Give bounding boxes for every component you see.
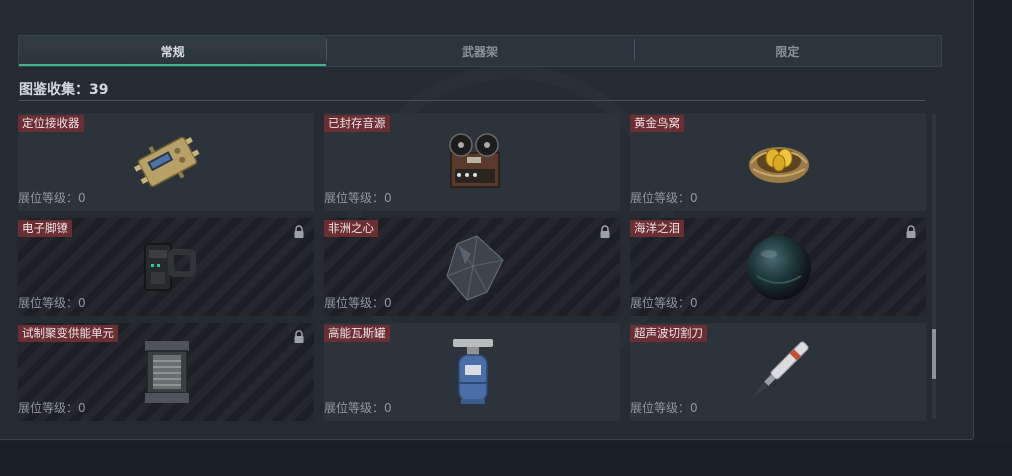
lock-icon <box>600 225 610 238</box>
bottom-background <box>0 442 1012 476</box>
lock-icon <box>294 225 304 238</box>
item-card-gas-canister[interactable]: 高能瓦斯罐 展位等级：0 <box>324 323 620 421</box>
fusion-cell-icon <box>145 341 189 403</box>
display-level: 展位等级：0 <box>324 401 392 415</box>
item-name: 试制聚变供能单元 <box>18 325 118 342</box>
reel-tape-recorder-icon <box>449 133 500 188</box>
display-level: 展位等级：0 <box>630 401 698 415</box>
display-level: 展位等级：0 <box>18 296 86 310</box>
item-name: 电子脚镣 <box>18 220 72 237</box>
ocean-pearl-icon <box>747 236 811 300</box>
item-card-golden-nest[interactable]: 黄金鸟窝 展位等级：0 <box>630 113 926 211</box>
lock-icon <box>294 330 304 343</box>
display-level: 展位等级：0 <box>324 296 392 310</box>
gps-receiver-icon <box>134 136 200 188</box>
title-divider <box>19 100 925 101</box>
item-card-fusion-cell[interactable]: 试制聚变供能单元 展位等级：0 <box>18 323 314 421</box>
display-level: 展位等级：0 <box>630 296 698 310</box>
tab-limited[interactable]: 限定 <box>633 36 941 66</box>
display-level: 展位等级：0 <box>324 191 392 205</box>
item-name: 海洋之泪 <box>630 220 684 237</box>
item-name: 已封存音源 <box>324 115 390 132</box>
item-card-sealed-audio[interactable]: 已封存音源 展位等级：0 <box>324 113 620 211</box>
item-card-tear-of-ocean[interactable]: 海洋之泪 展位等级：0 <box>630 218 926 316</box>
collection-label: 图鉴收集： <box>19 82 89 98</box>
item-card-ultrasonic-cutter[interactable]: 超声波切割刀 展位等级：0 <box>630 323 926 421</box>
category-tabs: 常规 武器架 限定 <box>18 35 942 67</box>
display-level: 展位等级：0 <box>18 401 86 415</box>
display-level: 展位等级：0 <box>630 191 698 205</box>
item-card-ankle-monitor[interactable]: 电子脚镣 展位等级：0 <box>18 218 314 316</box>
display-level: 展位等级：0 <box>18 191 86 205</box>
ankle-monitor-icon <box>144 243 196 291</box>
item-name: 黄金鸟窝 <box>630 115 684 132</box>
item-card-heart-of-africa[interactable]: 非洲之心 展位等级：0 <box>324 218 620 316</box>
ultrasonic-cutter-icon <box>752 341 809 398</box>
collection-count-title: 图鉴收集：39 <box>19 79 108 99</box>
item-name: 定位接收器 <box>18 115 84 132</box>
item-name: 超声波切割刀 <box>630 325 707 342</box>
scrollbar-thumb[interactable] <box>932 329 936 379</box>
diamond-icon <box>446 235 504 301</box>
item-name: 非洲之心 <box>324 220 378 237</box>
collection-count: 39 <box>89 82 109 98</box>
gas-canister-icon <box>453 339 493 404</box>
item-name: 高能瓦斯罐 <box>324 325 390 342</box>
item-card-gps-receiver[interactable]: 定位接收器 展位等级：0 <box>18 113 314 211</box>
tab-regular[interactable]: 常规 <box>19 36 327 66</box>
tab-weapon-rack[interactable]: 武器架 <box>326 36 633 66</box>
lock-icon <box>906 225 916 238</box>
golden-nest-icon <box>749 147 809 183</box>
grid-scrollbar[interactable] <box>932 114 936 419</box>
